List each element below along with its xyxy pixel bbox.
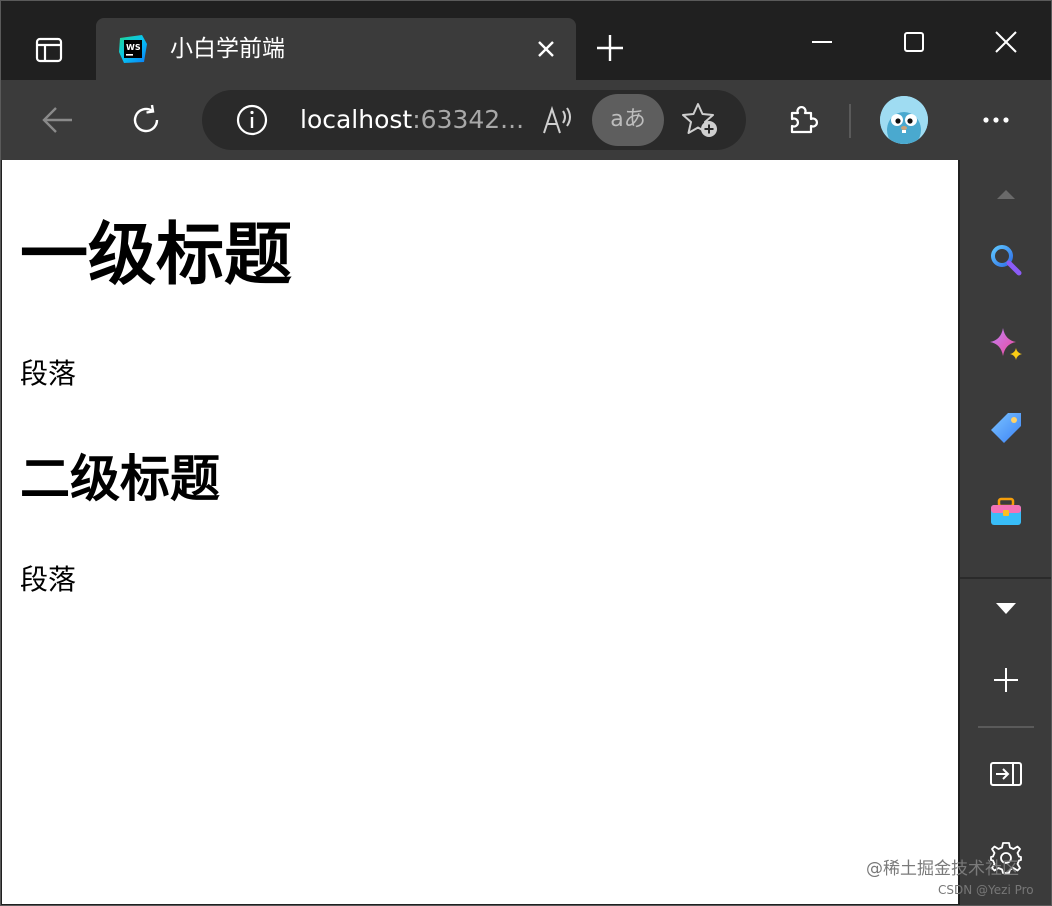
sidebar-divider	[960, 577, 1052, 579]
profile-avatar[interactable]	[880, 96, 928, 144]
tab-actions-button[interactable]	[22, 26, 76, 74]
edge-sidebar	[960, 160, 1052, 906]
url-rest: :63342...	[412, 105, 525, 134]
extensions-button[interactable]	[782, 100, 822, 140]
more-dots-icon	[983, 117, 1009, 123]
tab-title: 小白学前端	[170, 36, 285, 62]
tab-actions-icon	[35, 37, 63, 63]
arrow-left-icon	[42, 107, 72, 133]
paragraph-2: 段落	[20, 563, 77, 596]
maximize-button[interactable]	[894, 22, 934, 62]
sidebar-divider-2	[978, 726, 1034, 728]
tag-icon	[991, 413, 1021, 443]
paragraph-1: 段落	[20, 357, 77, 390]
back-button[interactable]	[38, 100, 78, 140]
sidebar-search-button[interactable]	[986, 240, 1026, 280]
add-icon	[994, 668, 1018, 692]
read-aloud-icon[interactable]	[538, 100, 578, 140]
minimize-button[interactable]	[802, 22, 842, 62]
webstorm-icon: WS	[119, 35, 147, 63]
settings-more-button[interactable]	[976, 100, 1016, 140]
toolbox-icon	[991, 497, 1021, 525]
title-bar: WS 小白学前端	[0, 0, 1052, 80]
address-bar[interactable]: localhost:63342... aあ	[202, 90, 746, 150]
sidebar-shopping-button[interactable]	[986, 408, 1026, 448]
gopher-avatar-icon	[880, 96, 928, 144]
site-info-icon[interactable]	[234, 102, 270, 138]
browser-window: WS 小白学前端 localhost:63342... aあ 一级标题 段落 二…	[0, 0, 1052, 906]
active-tab[interactable]: WS 小白学前端	[96, 18, 576, 80]
watermark-csdn: CSDN @Yezi Pro	[938, 883, 1034, 897]
url-host: localhost	[300, 105, 413, 134]
maximize-icon	[904, 32, 924, 52]
search-icon	[991, 245, 1022, 276]
caret-down-icon	[996, 603, 1016, 614]
svg-text:WS: WS	[126, 43, 141, 52]
copilot-sparkle-icon	[990, 328, 1022, 360]
page-viewport: 一级标题 段落 二级标题 段落	[2, 160, 958, 904]
heading-level-2: 二级标题	[20, 450, 220, 508]
caret-up-icon	[997, 190, 1015, 199]
new-tab-icon[interactable]	[594, 32, 626, 64]
close-tab-icon[interactable]	[532, 35, 560, 63]
add-favorite-icon[interactable]	[680, 100, 720, 140]
close-window-button[interactable]	[986, 22, 1026, 62]
sidebar-hide-button[interactable]	[986, 754, 1026, 794]
toolbar-separator	[849, 104, 851, 138]
refresh-icon	[133, 104, 159, 133]
refresh-button[interactable]	[126, 100, 166, 140]
translate-button[interactable]: aあ	[592, 94, 664, 146]
puzzle-extension-icon	[790, 105, 819, 134]
sidebar-scroll-down-button[interactable]	[986, 588, 1026, 628]
sidebar-scroll-up-button[interactable]	[986, 174, 1026, 214]
heading-level-1: 一级标题	[20, 216, 293, 295]
toolbar: localhost:63342... aあ	[0, 80, 1052, 160]
sidebar-add-button[interactable]	[986, 660, 1026, 700]
url-text[interactable]: localhost:63342...	[300, 103, 524, 137]
sidebar-tools-button[interactable]	[986, 492, 1026, 532]
sidebar-copilot-button[interactable]	[986, 324, 1026, 364]
close-icon	[995, 31, 1017, 53]
split-screen-icon	[990, 762, 1022, 786]
minimize-icon	[812, 41, 832, 43]
watermark-juejin: @稀土掘金技术社区	[866, 859, 1019, 879]
